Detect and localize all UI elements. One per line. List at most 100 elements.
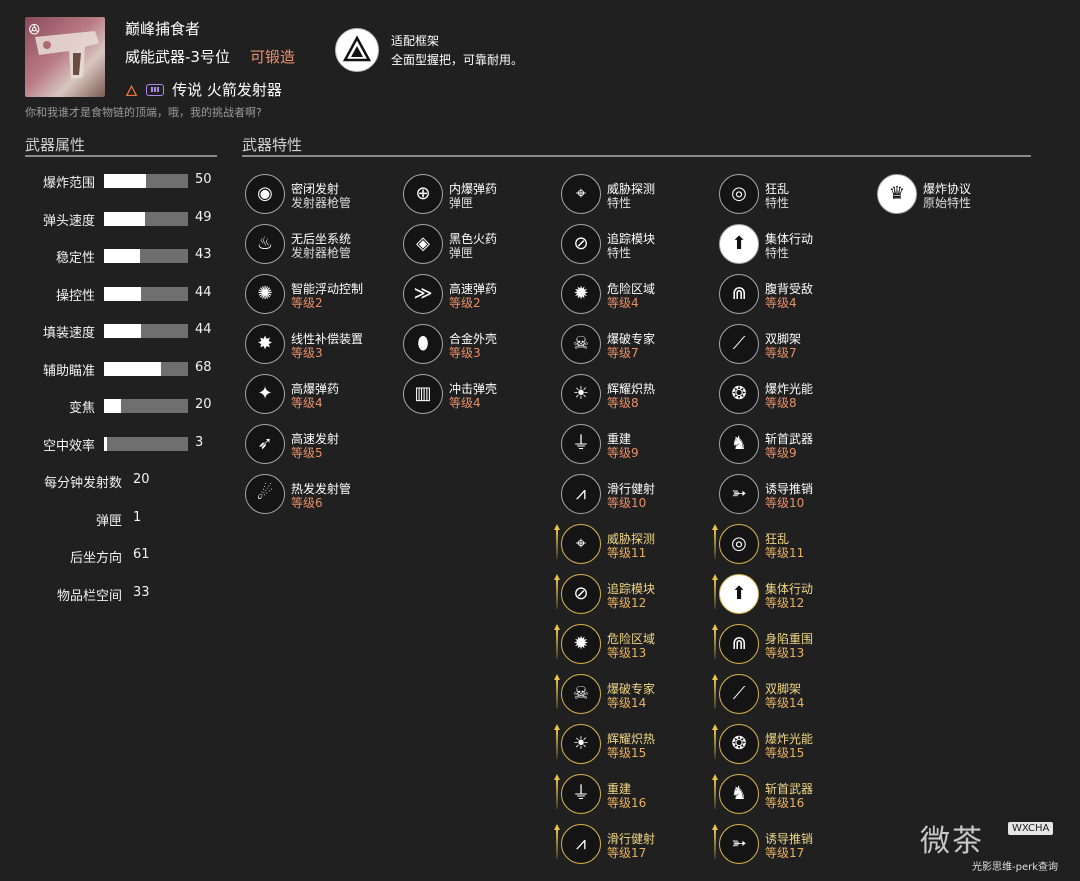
perk-item[interactable]: ◎ 狂乱 特性	[719, 174, 869, 218]
explosive-light-icon[interactable]: ❂	[719, 374, 759, 414]
glide-icon[interactable]: ⩘	[561, 824, 601, 864]
perk-item[interactable]: ☀ 辉耀炽热 等级8	[561, 374, 711, 418]
perk-item[interactable]: ▥ 冲击弹壳 等级4	[403, 374, 553, 418]
perk-item[interactable]: ♨ 无后坐系统 发射器枪管	[245, 224, 395, 268]
implosion-icon[interactable]: ⊕	[403, 174, 443, 214]
threat-icon[interactable]: ⌖	[561, 524, 601, 564]
frenzy-icon[interactable]: ◎	[719, 524, 759, 564]
perk-item[interactable]: ⊕ 内爆弹药 弹匣	[403, 174, 553, 218]
enhanced-arrow-icon	[553, 574, 561, 614]
velocity-icon[interactable]: ≫	[403, 274, 443, 314]
speed-icon[interactable]: ➶	[245, 424, 285, 464]
perk-item[interactable]: ⋒ 腹背受敌 等级4	[719, 274, 869, 318]
compensator-icon[interactable]: ✸	[245, 324, 285, 364]
perk-item[interactable]: ➳ 诱导推销 等级17	[712, 824, 869, 868]
perk-sub: 发射器枪管	[291, 246, 352, 260]
explosive-protocol-icon[interactable]: ♛	[877, 174, 917, 214]
perk-item[interactable]: ⊘ 追踪模块 特性	[561, 224, 711, 268]
collective-icon[interactable]: ⬆	[719, 224, 759, 264]
enhanced-arrow-icon	[711, 774, 719, 814]
perk-item[interactable]: ✺ 智能浮动控制 等级2	[245, 274, 395, 318]
alloy-icon[interactable]: ⬮	[403, 324, 443, 364]
float-icon[interactable]: ✺	[245, 274, 285, 314]
perk-item[interactable]: ♛ 爆炸协议 原始特性	[877, 174, 1027, 218]
impact-icon[interactable]: ▥	[403, 374, 443, 414]
danger-icon[interactable]: ✹	[561, 274, 601, 314]
rebuild-icon[interactable]: ⏚	[561, 774, 601, 814]
perk-item[interactable]: ⟋ 双脚架 等级7	[719, 324, 869, 368]
perk-item[interactable]: ✦ 高爆弹药 等级4	[245, 374, 395, 418]
perk-item[interactable]: ♞ 斩首武器 等级9	[719, 424, 869, 468]
perk-item[interactable]: ⊘ 追踪模块 等级12	[554, 574, 711, 618]
radiant-icon[interactable]: ☀	[561, 374, 601, 414]
perk-sub: 等级2	[291, 296, 323, 310]
perk-sub: 等级5	[291, 446, 323, 460]
perk-item[interactable]: ⋒ 身陷重围 等级13	[712, 624, 869, 668]
perk-item[interactable]: ⬆ 集体行动 特性	[719, 224, 869, 268]
perk-item[interactable]: ➶ 高速发射 等级5	[245, 424, 395, 468]
guided-icon[interactable]: ➳	[719, 824, 759, 864]
stat-row: 空中效率 3	[0, 433, 240, 454]
flame-barrel-icon[interactable]: ♨	[245, 224, 285, 264]
stat-label: 爆炸范围	[42, 176, 95, 191]
barrel-icon[interactable]: ◉	[245, 174, 285, 214]
perk-item[interactable]: ➳ 诱导推销 等级10	[719, 474, 869, 518]
weapon-slot: 威能武器-3号位	[125, 48, 230, 66]
perk-item[interactable]: ❂ 爆炸光能 等级15	[712, 724, 869, 768]
perk-item[interactable]: ☠ 爆破专家 等级14	[554, 674, 711, 718]
perk-item[interactable]: ✹ 危险区域 等级13	[554, 624, 711, 668]
perk-item[interactable]: ☠ 爆破专家 等级7	[561, 324, 711, 368]
hot-barrel-icon[interactable]: ☄	[245, 474, 285, 514]
executioner-icon[interactable]: ♞	[719, 774, 759, 814]
enhanced-arrow-icon	[711, 824, 719, 864]
perk-item[interactable]: ☄ 热发发射管 等级6	[245, 474, 395, 518]
perk-item[interactable]: ☀ 辉耀炽热 等级15	[554, 724, 711, 768]
perk-item[interactable]: ⟋ 双脚架 等级14	[712, 674, 869, 718]
perk-sub: 等级4	[765, 296, 797, 310]
perk-item[interactable]: ◎ 狂乱 等级11	[712, 524, 869, 568]
perk-item[interactable]: ✹ 危险区域 等级4	[561, 274, 711, 318]
perk-item[interactable]: ⬆ 集体行动 等级12	[712, 574, 869, 618]
enhanced-arrow-icon	[711, 674, 719, 714]
frame-icon[interactable]	[335, 28, 379, 72]
explosive-icon[interactable]: ✦	[245, 374, 285, 414]
rebuild-icon[interactable]: ⏚	[561, 424, 601, 464]
explosive-light-icon[interactable]: ❂	[719, 724, 759, 764]
surrounded-icon[interactable]: ⋒	[719, 274, 759, 314]
perk-item[interactable]: ✸ 线性补偿装置 等级3	[245, 324, 395, 368]
threat-icon[interactable]: ⌖	[561, 174, 601, 214]
perk-item[interactable]: ⬮ 合金外壳 等级3	[403, 324, 553, 368]
perks-section-title: 武器特性	[242, 136, 303, 154]
perk-item[interactable]: ⩘ 滑行健射 等级17	[554, 824, 711, 868]
perk-item[interactable]: ◈ 黑色火药 弹匣	[403, 224, 553, 268]
perk-item[interactable]: ⩘ 滑行健射 等级10	[561, 474, 711, 518]
perk-item[interactable]: ⌖ 威胁探测 等级11	[554, 524, 711, 568]
demolition-icon[interactable]: ☠	[561, 324, 601, 364]
perk-item[interactable]: ❂ 爆炸光能 等级8	[719, 374, 869, 418]
guided-icon[interactable]: ➳	[719, 474, 759, 514]
perk-item[interactable]: ≫ 高速弹药 等级2	[403, 274, 553, 318]
surrounded-icon[interactable]: ⋒	[719, 624, 759, 664]
perk-item[interactable]: ◉ 密闭发射 发射器枪管	[245, 174, 395, 218]
weapon-name: 巅峰捕食者	[125, 20, 201, 38]
danger-icon[interactable]: ✹	[561, 624, 601, 664]
bipod-icon[interactable]: ⟋	[719, 324, 759, 364]
stat-bar	[104, 286, 188, 301]
frenzy-icon[interactable]: ◎	[719, 174, 759, 214]
perk-item[interactable]: ⌖ 威胁探测 特性	[561, 174, 711, 218]
black-powder-icon[interactable]: ◈	[403, 224, 443, 264]
perk-sub: 等级14	[765, 696, 805, 710]
perk-item[interactable]: ♞ 斩首武器 等级16	[712, 774, 869, 818]
tracking-icon[interactable]: ⊘	[561, 224, 601, 264]
radiant-icon[interactable]: ☀	[561, 724, 601, 764]
tracking-icon[interactable]: ⊘	[561, 574, 601, 614]
perk-item[interactable]: ⏚ 重建 等级16	[554, 774, 711, 818]
stat-label: 操控性	[55, 288, 95, 304]
glide-icon[interactable]: ⩘	[561, 474, 601, 514]
bipod-icon[interactable]: ⟋	[719, 674, 759, 714]
demolition-icon[interactable]: ☠	[561, 674, 601, 714]
perk-item[interactable]: ⏚ 重建 等级9	[561, 424, 711, 468]
collective-icon[interactable]: ⬆	[719, 574, 759, 614]
executioner-icon[interactable]: ♞	[719, 424, 759, 464]
stat-value: 44	[195, 322, 212, 337]
